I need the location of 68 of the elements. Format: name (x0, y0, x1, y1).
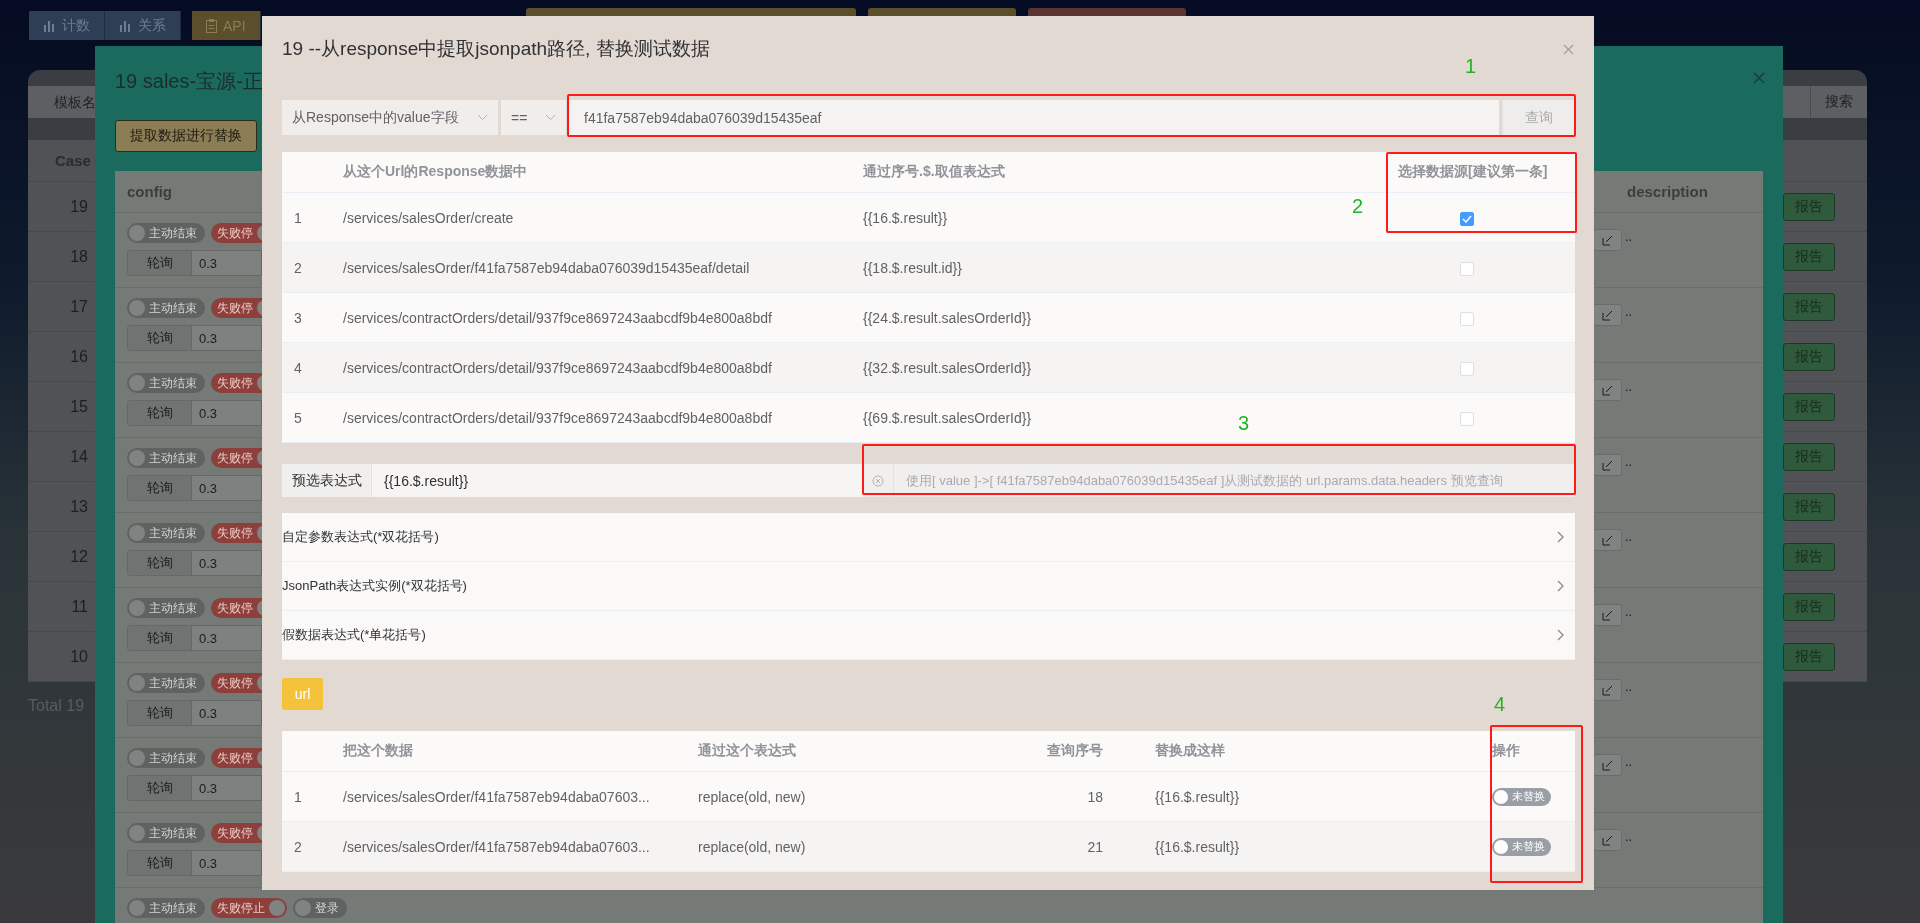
case-id: 13 (69, 497, 88, 516)
dialog-title: 19 --从response中提取jsonpath路径, 替换测试数据 (282, 37, 710, 61)
url-cell: /services/contractOrders/detail/937f9ce8697243aabcdf9b4e800a8bdf (343, 409, 772, 426)
column-header: 从这个Url的Response数据中 (343, 163, 528, 181)
expression-cell: {{18.$.result.id}} (863, 259, 962, 276)
row-index: 1 (293, 788, 302, 805)
expression-cell: {{69.$.result.salesOrderId}} (863, 409, 1032, 426)
data-cell: /services/salesOrder/f41fa7587eb94daba07603... (343, 838, 650, 855)
polling-label: 轮询 (128, 626, 192, 650)
polling-label: 轮询 (128, 326, 192, 350)
column-header: 查询序号 (1047, 742, 1104, 760)
case-id: 11 (70, 597, 88, 616)
row-index: 5 (293, 409, 302, 426)
polling-label: 轮询 (128, 551, 192, 575)
truncated-text: .. (1625, 379, 1633, 394)
polling-label: 轮询 (128, 851, 192, 875)
polling-label: 轮询 (128, 401, 192, 425)
row-index: 2 (293, 259, 302, 276)
annotation-number: 2 (1352, 194, 1364, 218)
row-index: 3 (293, 309, 302, 326)
method-cell: replace(old, new) (698, 838, 806, 855)
row-index: 1 (293, 209, 302, 226)
column-header: 把这个数据 (343, 742, 413, 760)
row-index: 4 (293, 359, 302, 376)
truncated-text: .. (1625, 454, 1633, 469)
replacement-cell-text: {{16.$.result}} (1154, 788, 1240, 805)
annotation-number: 1 (1465, 54, 1477, 78)
truncated-text: .. (1625, 604, 1633, 619)
case-id: 14 (69, 447, 88, 466)
truncated-text: .. (1625, 529, 1633, 544)
truncated-text: .. (1625, 304, 1633, 319)
case-id: 16 (69, 347, 88, 366)
polling-label: 轮询 (128, 776, 192, 800)
dialog-title: 19 sales-宝源-正 (115, 69, 263, 94)
url-cell: /services/contractOrders/detail/937f9ce8697243aabcdf9b4e800a8bdf (343, 309, 772, 326)
url-cell: /services/salesOrder/f41fa7587eb94daba076039d15435eaf/detail (343, 259, 750, 276)
method-cell: replace(old, new) (698, 788, 806, 805)
annotation-number: 4 (1494, 692, 1506, 716)
column-header: 操作 (1492, 742, 1520, 760)
replacement-cell-text: {{16.$.result}} (1154, 838, 1240, 855)
column-header: 选择数据源[建议第一条] (1398, 163, 1548, 181)
query-index-cell-text: 18 (1087, 788, 1104, 805)
polling-label: 轮询 (128, 476, 192, 500)
expression-cell: {{16.$.result}} (863, 209, 948, 226)
case-id: 10 (69, 647, 88, 666)
url-cell: /services/salesOrder/create (343, 209, 514, 226)
column-header: description (1626, 183, 1709, 200)
truncated-text: .. (1625, 754, 1633, 769)
column-header: 通过这个表达式 (698, 742, 796, 760)
expression-cell: {{32.$.result.salesOrderId}} (863, 359, 1032, 376)
polling-label: 轮询 (128, 701, 192, 725)
column-header: config (126, 183, 173, 200)
case-id: 18 (69, 247, 88, 266)
query-index-cell-text: 21 (1087, 838, 1104, 855)
column-header: 替换成这样 (1154, 742, 1225, 760)
row-index: 2 (293, 838, 302, 855)
preselect-expression: {{16.$.result}} (372, 464, 863, 497)
case-id: 19 (69, 197, 88, 216)
url-cell: /services/contractOrders/detail/937f9ce8697243aabcdf9b4e800a8bdf (343, 359, 772, 376)
expression-cell: {{24.$.result.salesOrderId}} (863, 309, 1032, 326)
truncated-text: .. (1625, 829, 1633, 844)
polling-label: 轮询 (128, 251, 192, 275)
column-header: 通过序号.$.取值表达式 (863, 163, 1005, 181)
preselect-label: 预选表达式 (282, 464, 372, 497)
truncated-text: .. (1625, 229, 1633, 244)
truncated-text: .. (1625, 679, 1633, 694)
annotation-number: 3 (1238, 411, 1250, 435)
data-cell: /services/salesOrder/f41fa7587eb94daba07603... (343, 788, 650, 805)
